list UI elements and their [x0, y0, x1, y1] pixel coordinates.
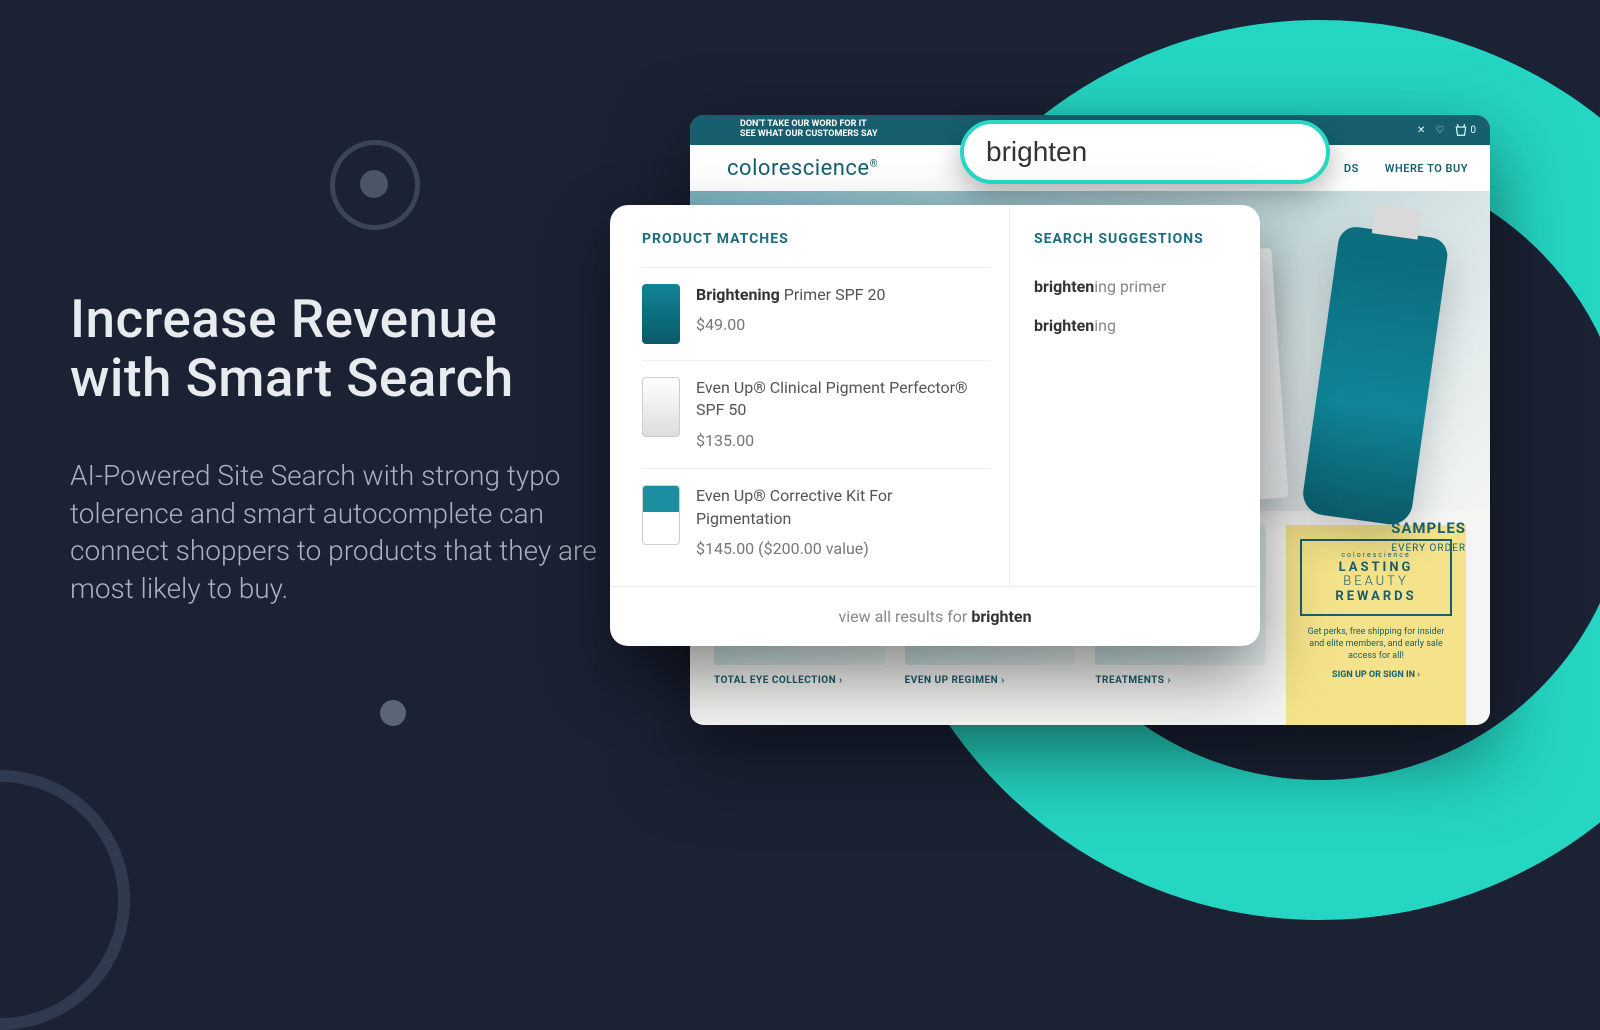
search-suggestion[interactable]: brightening primer: [1034, 267, 1236, 306]
product-name: Even Up® Clinical Pigment Perfector® SPF…: [696, 377, 991, 422]
samples-heading: SAMPLES: [1391, 519, 1466, 537]
product-name: Even Up® Corrective Kit For Pigmentation: [696, 485, 991, 530]
view-all-results[interactable]: view all results for brighten: [610, 586, 1260, 646]
rewards-word: BEAUTY: [1343, 574, 1409, 589]
hero-body: AI-Powered Site Search with strong typo …: [70, 457, 610, 608]
rewards-card: colorescience LASTING BEAUTY REWARDS Get…: [1286, 525, 1466, 725]
decor-arc: [0, 770, 130, 1030]
promo-tile-label: TREATMENTS ›: [1095, 675, 1266, 686]
cart-count: 0: [1470, 125, 1476, 136]
view-all-prefix: view all results for: [838, 607, 971, 626]
samples-subheading: EVERY ORDER: [1391, 543, 1466, 554]
promo-tile-label: EVEN UP REGIMEN ›: [905, 675, 1076, 686]
hero-title: Increase Revenue with Smart Search: [70, 290, 610, 409]
nav-where-to-buy[interactable]: WHERE TO BUY: [1385, 162, 1468, 175]
hero-title-line1: Increase Revenue: [70, 288, 497, 350]
search-suggestion[interactable]: brightening: [1034, 306, 1236, 345]
search-box[interactable]: [960, 120, 1330, 184]
product-bottle-graphic: [1300, 225, 1449, 527]
product-match-row[interactable]: Even Up® Corrective Kit For Pigmentation…: [642, 468, 991, 576]
announcement-line2: SEE WHAT OUR CUSTOMERS SAY: [740, 130, 878, 140]
rewards-signin-link[interactable]: SIGN UP OR SIGN IN ›: [1300, 670, 1452, 680]
product-price: $145.00 ($200.00 value): [696, 538, 991, 560]
product-name: Brightening Primer SPF 20: [696, 284, 885, 306]
product-price: $135.00: [696, 430, 991, 452]
rewards-word: REWARDS: [1335, 589, 1416, 604]
product-thumbnail: [642, 284, 680, 344]
search-suggestions-header: SEARCH SUGGESTIONS: [1034, 231, 1236, 247]
brand-logo[interactable]: colorescience®: [727, 156, 878, 181]
close-icon[interactable]: ✕: [1417, 125, 1425, 136]
product-thumbnail: [642, 377, 680, 437]
product-match-row[interactable]: Brightening Primer SPF 20 $49.00: [642, 267, 991, 360]
rewards-blurb: Get perks, free shipping for insider and…: [1300, 626, 1452, 662]
cart-icon[interactable]: 0: [1454, 123, 1476, 137]
search-input[interactable]: [986, 136, 1347, 168]
product-price: $49.00: [696, 314, 885, 336]
product-thumbnail: [642, 485, 680, 545]
product-match-row[interactable]: Even Up® Clinical Pigment Perfector® SPF…: [642, 360, 991, 468]
search-dropdown: PRODUCT MATCHES Brightening Primer SPF 2…: [610, 205, 1260, 646]
view-all-term: brighten: [971, 607, 1031, 626]
decor-dot: [360, 170, 388, 198]
hero-title-line2: with Smart Search: [70, 347, 514, 409]
decor-dot: [380, 700, 406, 726]
promo-tile-label: TOTAL EYE COLLECTION ›: [714, 675, 885, 686]
wishlist-icon[interactable]: ♡: [1435, 125, 1444, 136]
product-matches-header: PRODUCT MATCHES: [642, 231, 991, 247]
rewards-word: LASTING: [1339, 560, 1414, 575]
